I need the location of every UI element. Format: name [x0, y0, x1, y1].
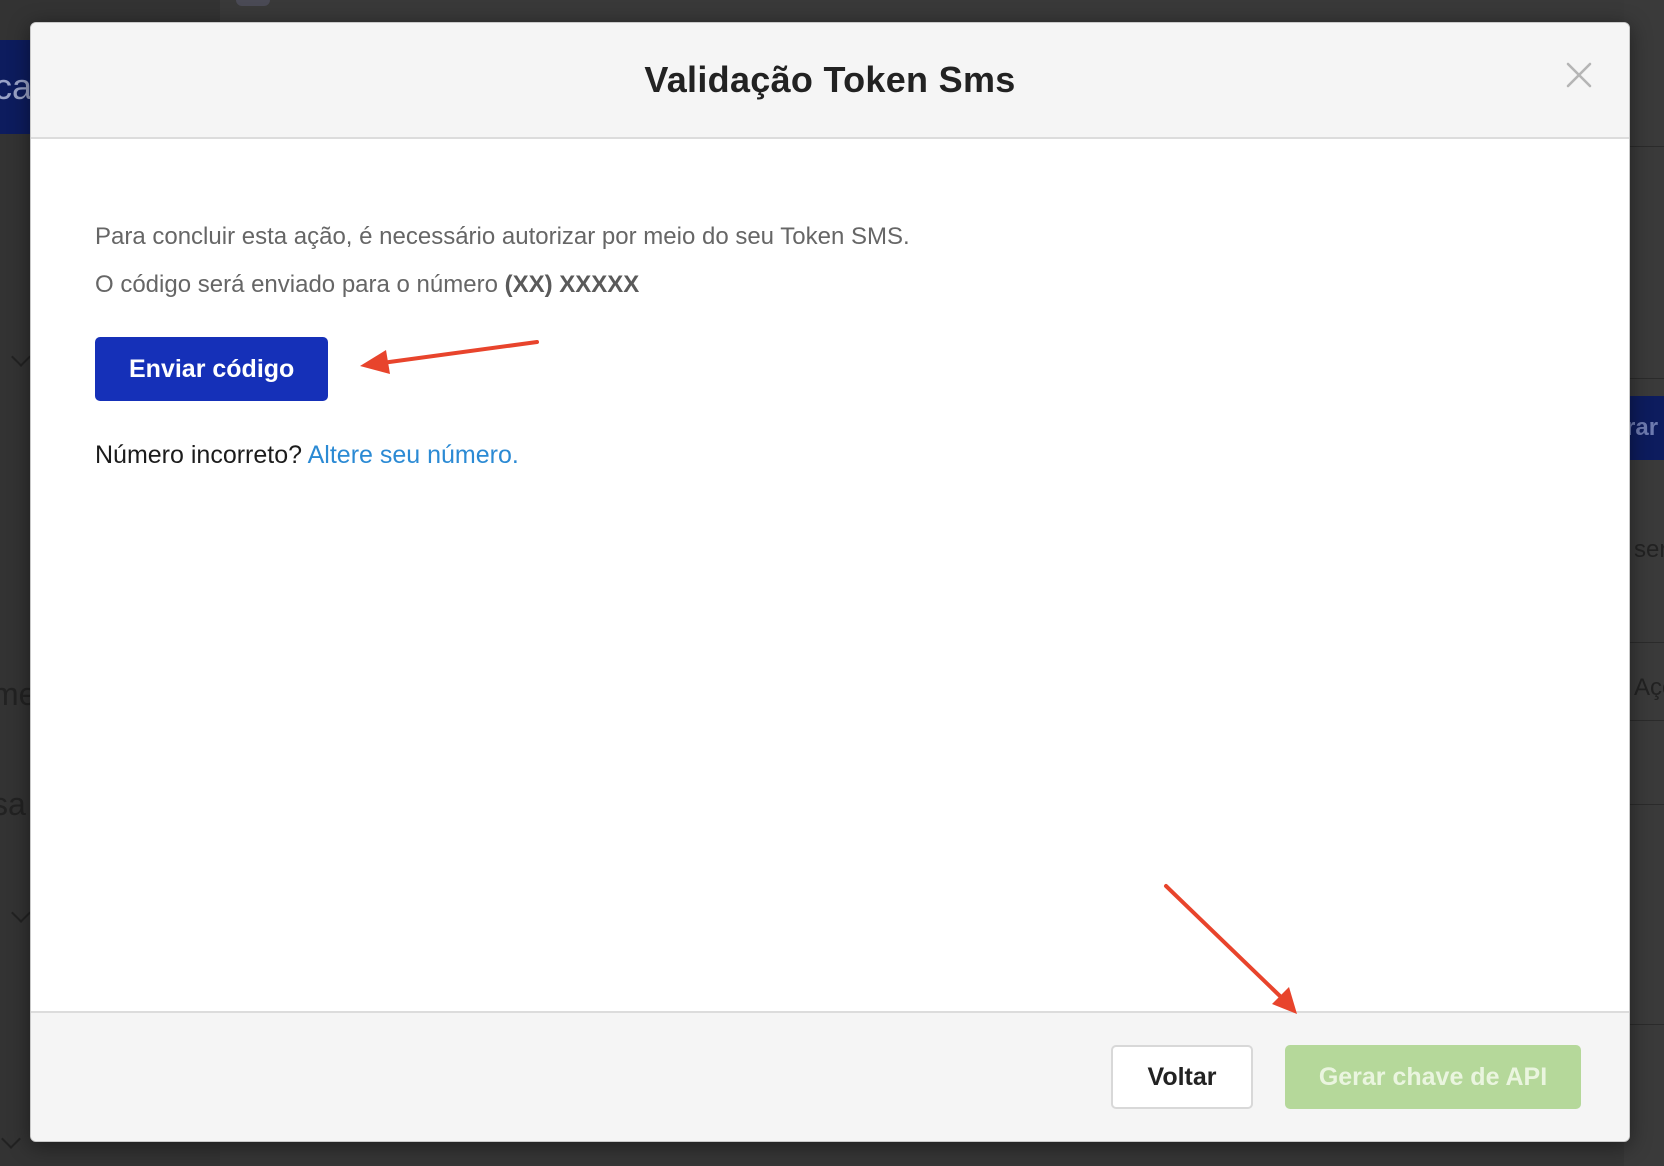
background-top-tab [236, 0, 270, 6]
sms-token-modal: Validação Token Sms Para concluir esta a… [30, 22, 1630, 1142]
modal-header: Validação Token Sms [31, 23, 1629, 139]
background-divider [1624, 378, 1664, 379]
back-button[interactable]: Voltar [1111, 1045, 1253, 1109]
background-button: rar [1630, 396, 1664, 460]
background-footer [220, 1140, 1624, 1166]
wrong-number-text: Número incorreto? [95, 441, 303, 469]
background-divider [1624, 146, 1664, 147]
background-right-panel: rar ser Açõ [1624, 0, 1664, 1166]
background-divider [1624, 642, 1664, 643]
modal-footer: Voltar Gerar chave de API [31, 1011, 1629, 1141]
background-divider [1624, 720, 1664, 721]
change-number-link[interactable]: Altere seu número. [308, 441, 519, 469]
chevron-down-icon [11, 903, 31, 923]
wrong-number-row: Número incorreto? Altere seu número. [95, 441, 1629, 470]
masked-phone-number: (XX) XXXXX [504, 271, 640, 298]
modal-title: Validação Token Sms [644, 59, 1016, 100]
background-sidebar-header: ca [0, 40, 30, 134]
background-text: Açõ [1634, 674, 1664, 701]
code-destination-prefix: O código será enviado para o número [95, 271, 498, 298]
background-divider [1624, 804, 1664, 805]
chevron-down-icon [11, 347, 31, 367]
chevron-down-icon [1, 1129, 21, 1149]
authorization-description: Para concluir esta ação, é necessário au… [95, 223, 910, 250]
close-icon [1566, 62, 1592, 88]
close-button[interactable] [1563, 59, 1595, 91]
background-sidebar-text: sa [0, 786, 26, 822]
background-text: ser [1634, 536, 1664, 563]
generate-api-key-button[interactable]: Gerar chave de API [1285, 1045, 1581, 1109]
background-divider [1624, 1024, 1664, 1025]
code-destination-text: O código será enviado para o número (XX)… [95, 261, 1629, 309]
modal-body: Para concluir esta ação, é necessário au… [31, 139, 1629, 1015]
send-code-button[interactable]: Enviar código [95, 337, 329, 401]
